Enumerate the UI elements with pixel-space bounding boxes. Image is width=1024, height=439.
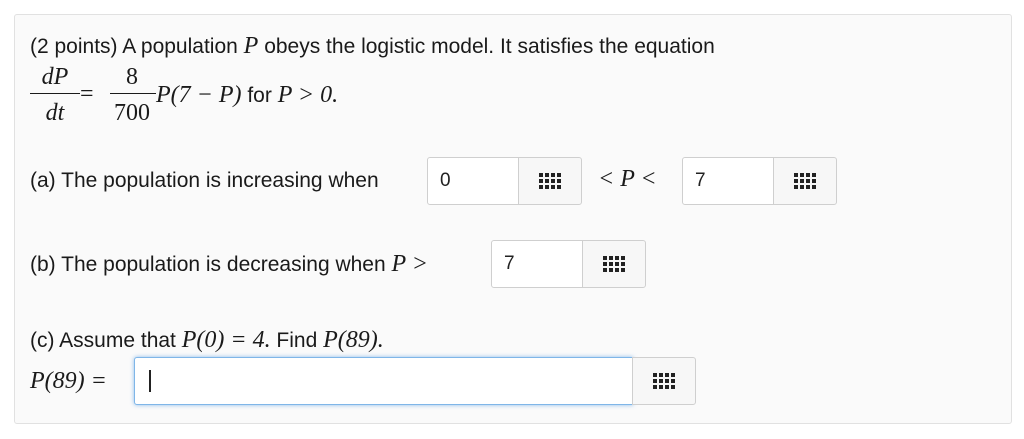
part-c-given: P(0) = 4. <box>181 327 271 353</box>
part-c-find: P(89). <box>323 327 384 353</box>
eq-rhs: P(7 − P) <box>156 82 242 108</box>
part-c-input[interactable] <box>134 357 633 405</box>
part-a-lower-input[interactable]: 0 <box>427 157 519 205</box>
part-c-pre: (c) Assume that <box>30 329 176 352</box>
part-c-keyboard-button[interactable] <box>632 357 696 405</box>
keyboard-grid-icon <box>603 256 625 272</box>
part-b-input[interactable]: 7 <box>491 240 583 288</box>
eq-num: 8 <box>126 64 138 90</box>
part-a-label: (a) The population is increasing when <box>30 169 379 192</box>
intro-var-p: P <box>243 33 259 59</box>
eq-frac-bar-left <box>30 93 80 94</box>
keyboard-grid-icon <box>653 373 675 389</box>
part-a-upper-keyboard-button[interactable] <box>773 157 837 205</box>
part-c-line: (c) Assume that P(0) = 4. Find P(89). <box>30 328 384 353</box>
eq-equals: = <box>80 81 94 107</box>
part-b-line: (b) The population is decreasing when P … <box>30 252 428 277</box>
eq-den: 700 <box>114 100 150 126</box>
eq-for: for <box>247 84 272 107</box>
part-c-find-word: Find <box>276 329 318 352</box>
eq-frac-bar-right <box>110 93 156 94</box>
eq-dp: dP <box>41 64 69 90</box>
part-a-between: < P < <box>598 166 657 192</box>
part-b-keyboard-button[interactable] <box>582 240 646 288</box>
intro-line: (2 points) A population P obeys the logi… <box>30 34 715 59</box>
eq-dt: dt <box>45 100 65 126</box>
part-a-lower-keyboard-button[interactable] <box>518 157 582 205</box>
eq-rhs-line: P(7 − P) for P > 0. <box>156 83 338 108</box>
part-a-upper-input[interactable]: 7 <box>682 157 774 205</box>
part-b-label: (b) The population is decreasing when <box>30 253 386 276</box>
text-caret <box>149 369 151 392</box>
keyboard-grid-icon <box>794 173 816 189</box>
part-c-answer-label: P(89) = <box>30 368 107 394</box>
eq-cond: P > 0. <box>277 82 339 108</box>
keyboard-grid-icon <box>539 173 561 189</box>
intro-prefix: (2 points) A population <box>30 35 238 58</box>
part-b-cond: P > <box>391 251 428 277</box>
intro-suffix: obeys the logistic model. It satisfies t… <box>264 35 715 58</box>
